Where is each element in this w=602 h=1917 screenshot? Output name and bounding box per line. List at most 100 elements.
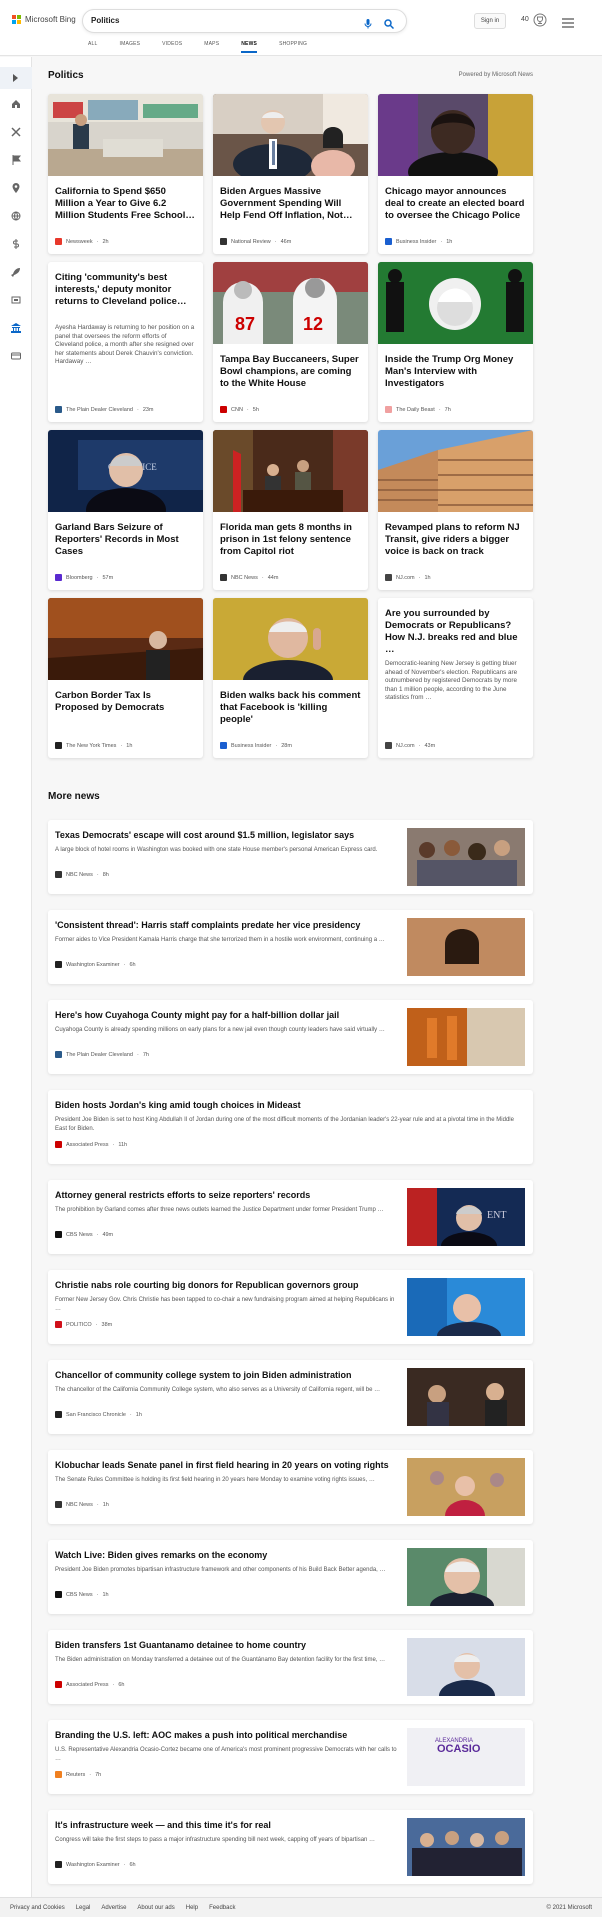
rewards-trophy-icon[interactable] (533, 13, 547, 32)
news-row[interactable]: 'Consistent thread': Harris staff compla… (48, 910, 533, 984)
footer-link-legal[interactable]: Legal (76, 1905, 91, 1911)
card-snippet: Democratic-leaning New Jersey is getting… (385, 660, 518, 701)
news-row[interactable]: Attorney general restricts efforts to se… (48, 1180, 533, 1254)
film-icon[interactable] (11, 295, 21, 305)
source-name: San Francisco Chronicle (66, 1411, 126, 1418)
card-title[interactable]: Biden Argues Massive Government Spending… (220, 186, 361, 222)
tab-news[interactable]: NEWS (241, 41, 258, 53)
row-title[interactable]: Branding the U.S. left: AOC makes a push… (55, 1730, 347, 1740)
news-row[interactable]: Christie nabs role courting big donors f… (48, 1270, 533, 1344)
news-row[interactable]: Watch Live: Biden gives remarks on the e… (48, 1540, 533, 1614)
card-title[interactable]: Chicago mayor announces deal to create a… (385, 186, 526, 222)
news-row[interactable]: Biden transfers 1st Guantanamo detainee … (48, 1630, 533, 1704)
rocket-icon[interactable] (11, 267, 21, 277)
row-snippet: President Joe Biden promotes bipartisan … (55, 1567, 386, 1573)
tab-images[interactable]: IMAGES (120, 41, 141, 53)
row-title[interactable]: Chancellor of community college system t… (55, 1370, 352, 1380)
news-card[interactable]: Biden walks back his comment that Facebo… (213, 598, 368, 758)
footer-link-feedback[interactable]: Feedback (209, 1905, 235, 1911)
footer-link-about-ads[interactable]: About our ads (137, 1905, 174, 1911)
news-row[interactable]: Klobuchar leads Senate panel in first fi… (48, 1450, 533, 1524)
card-title[interactable]: Revamped plans to reform NJ Transit, giv… (385, 522, 526, 558)
card-title[interactable]: Biden walks back his comment that Facebo… (220, 690, 361, 726)
source-name: Business Insider (231, 742, 272, 749)
hamburger-menu-icon[interactable] (562, 15, 574, 33)
news-card[interactable]: Biden Argues Massive Government Spending… (213, 94, 368, 254)
row-thumbnail[interactable]: OCASIOALEXANDRIA (407, 1728, 525, 1786)
row-title[interactable]: Christie nabs role courting big donors f… (55, 1280, 359, 1290)
footer-link-help[interactable]: Help (186, 1905, 198, 1911)
row-title[interactable]: Watch Live: Biden gives remarks on the e… (55, 1550, 267, 1560)
card-title[interactable]: Tampa Bay Buccaneers, Super Bowl champio… (220, 354, 361, 390)
powered-by-label[interactable]: Powered by Microsoft News (459, 72, 533, 78)
news-card[interactable]: Chicago mayor announces deal to create a… (378, 94, 533, 254)
row-thumbnail[interactable] (407, 1458, 525, 1516)
news-row[interactable]: Here's how Cuyahoga County might pay for… (48, 1000, 533, 1074)
news-card[interactable]: OF JUSTICE Garland Bars Seizure of Repor… (48, 430, 203, 590)
search-input[interactable]: Politics (82, 9, 407, 33)
row-thumbnail[interactable] (407, 1368, 525, 1426)
card-title[interactable]: Carbon Border Tax Is Proposed by Democra… (55, 690, 196, 714)
brand-name: Microsoft Bing (25, 15, 76, 24)
rail-expand-button[interactable] (0, 67, 32, 89)
card-title[interactable]: Citing 'community's best interests,' dep… (55, 272, 196, 308)
news-card[interactable]: Citing 'community's best interests,' dep… (48, 262, 203, 422)
flag-icon[interactable] (11, 155, 21, 165)
news-row[interactable]: It's infrastructure week — and this time… (48, 1810, 533, 1884)
row-title[interactable]: Attorney general restricts efforts to se… (55, 1190, 310, 1200)
footer-link-advertise[interactable]: Advertise (101, 1905, 126, 1911)
card-title[interactable]: Florida man gets 8 months in prison in 1… (220, 522, 361, 558)
bing-logo[interactable]: Microsoft Bing (12, 15, 76, 24)
source-time: 43m (424, 742, 436, 749)
row-title[interactable]: Texas Democrats' escape will cost around… (55, 830, 354, 840)
news-card[interactable]: Revamped plans to reform NJ Transit, giv… (378, 430, 533, 590)
row-thumbnail[interactable] (407, 918, 525, 976)
card-icon[interactable] (11, 351, 21, 361)
footer-link-privacy[interactable]: Privacy and Cookies (10, 1905, 65, 1911)
news-card[interactable]: Carbon Border Tax Is Proposed by Democra… (48, 598, 203, 758)
news-card[interactable]: Florida man gets 8 months in prison in 1… (213, 430, 368, 590)
row-title[interactable]: Here's how Cuyahoga County might pay for… (55, 1010, 339, 1020)
row-thumbnail[interactable] (407, 1818, 525, 1876)
news-card[interactable]: 87 12 Tampa Bay Buccaneers, Super Bowl ch… (213, 262, 368, 422)
news-card[interactable]: Are you surrounded by Democrats or Repub… (378, 598, 533, 758)
tab-shopping[interactable]: SHOPPING (279, 41, 307, 53)
rewards-points[interactable]: 40 (521, 16, 529, 23)
row-thumbnail[interactable] (407, 1548, 525, 1606)
money-icon[interactable] (11, 239, 21, 249)
news-row[interactable]: Chancellor of community college system t… (48, 1360, 533, 1434)
card-title[interactable]: Garland Bars Seizure of Reporters' Recor… (55, 522, 196, 558)
row-title[interactable]: It's infrastructure week — and this time… (55, 1820, 271, 1830)
row-title[interactable]: Biden hosts Jordan's king amid tough cho… (55, 1100, 301, 1110)
card-title[interactable]: Are you surrounded by Democrats or Repub… (385, 608, 526, 656)
row-thumbnail[interactable] (407, 1008, 525, 1066)
row-thumbnail[interactable] (407, 828, 525, 886)
news-card[interactable]: Inside the Trump Org Money Man's Intervi… (378, 262, 533, 422)
politics-building-icon[interactable] (11, 323, 21, 333)
globe-icon[interactable] (11, 211, 21, 221)
tab-videos[interactable]: VIDEOS (162, 41, 182, 53)
card-title[interactable]: Inside the Trump Org Money Man's Intervi… (385, 354, 526, 390)
row-thumbnail[interactable]: ENT (407, 1188, 525, 1246)
row-thumbnail[interactable] (407, 1638, 525, 1696)
row-title[interactable]: Klobuchar leads Senate panel in first fi… (55, 1460, 389, 1470)
tools-icon[interactable] (11, 127, 21, 137)
microphone-icon[interactable] (364, 16, 372, 34)
row-title[interactable]: Biden transfers 1st Guantanamo detainee … (55, 1640, 306, 1650)
location-icon[interactable] (11, 183, 21, 193)
news-card[interactable]: California to Spend $650 Million a Year … (48, 94, 203, 254)
row-source: CBS News · 1h (55, 1591, 109, 1598)
news-row[interactable]: Biden hosts Jordan's king amid tough cho… (48, 1090, 533, 1164)
card-title[interactable]: California to Spend $650 Million a Year … (55, 186, 196, 222)
tab-all[interactable]: ALL (88, 41, 98, 53)
news-row[interactable]: Branding the U.S. left: AOC makes a push… (48, 1720, 533, 1794)
row-thumbnail[interactable] (407, 1278, 525, 1336)
tab-maps[interactable]: MAPS (204, 41, 219, 53)
source-separator: · (418, 574, 421, 581)
row-source: Washington Examiner · 6h (55, 961, 136, 968)
sign-in-button[interactable]: Sign in (474, 13, 506, 29)
search-icon[interactable] (384, 16, 395, 34)
news-row[interactable]: Texas Democrats' escape will cost around… (48, 820, 533, 894)
home-icon[interactable] (11, 99, 21, 109)
row-title[interactable]: 'Consistent thread': Harris staff compla… (55, 920, 360, 930)
